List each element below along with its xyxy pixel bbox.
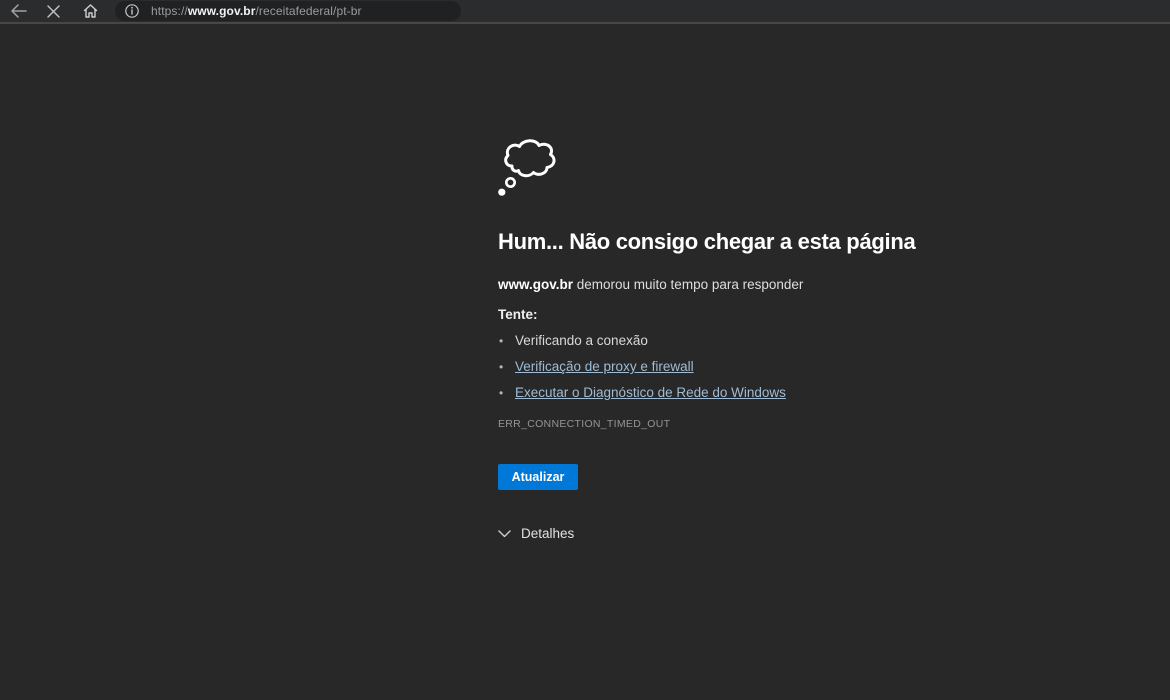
url-scheme: https://: [151, 4, 188, 18]
thought-bubble-icon: [498, 136, 558, 198]
home-icon: [83, 4, 98, 18]
back-button[interactable]: [6, 0, 30, 22]
home-button[interactable]: [78, 0, 102, 22]
details-label: Detalhes: [521, 526, 574, 541]
proxy-firewall-link[interactable]: Verificação de proxy e firewall: [515, 359, 694, 374]
stop-button[interactable]: [41, 0, 65, 22]
back-arrow-icon: [10, 4, 27, 18]
try-label: Tente:: [498, 307, 538, 322]
refresh-button[interactable]: Atualizar: [498, 464, 578, 490]
error-subtitle: www.gov.br demorou muito tempo para resp…: [498, 277, 803, 292]
url-host: www.gov.br: [188, 4, 256, 18]
error-title: Hum... Não consigo chegar a esta página: [498, 229, 915, 255]
chevron-down-icon: [498, 530, 511, 538]
suggestion-network-diagnostics: Executar o Diagnóstico de Rede do Window…: [498, 380, 786, 406]
address-bar[interactable]: https://www.gov.br/receitafederal/pt-br: [115, 1, 461, 21]
details-toggle[interactable]: Detalhes: [498, 526, 574, 541]
suggestion-list: Verificando a conexão Verificação de pro…: [498, 328, 786, 406]
network-diagnostics-link[interactable]: Executar o Diagnóstico de Rede do Window…: [515, 385, 786, 400]
url-path: /receitafederal/pt-br: [256, 4, 362, 18]
close-icon: [47, 5, 60, 18]
error-host: www.gov.br: [498, 277, 573, 292]
suggestion-check-connection: Verificando a conexão: [498, 328, 786, 354]
url-text: https://www.gov.br/receitafederal/pt-br: [151, 4, 362, 18]
error-subtitle-text: demorou muito tempo para responder: [573, 277, 803, 292]
error-code: ERR_CONNECTION_TIMED_OUT: [498, 418, 670, 430]
info-icon: [125, 4, 139, 18]
suggestion-label: Verificando a conexão: [515, 333, 648, 348]
suggestion-proxy-firewall: Verificação de proxy e firewall: [498, 354, 786, 380]
site-info-button[interactable]: [125, 4, 139, 18]
error-page: Hum... Não consigo chegar a esta página …: [0, 26, 1170, 700]
browser-toolbar: https://www.gov.br/receitafederal/pt-br: [0, 0, 1170, 24]
